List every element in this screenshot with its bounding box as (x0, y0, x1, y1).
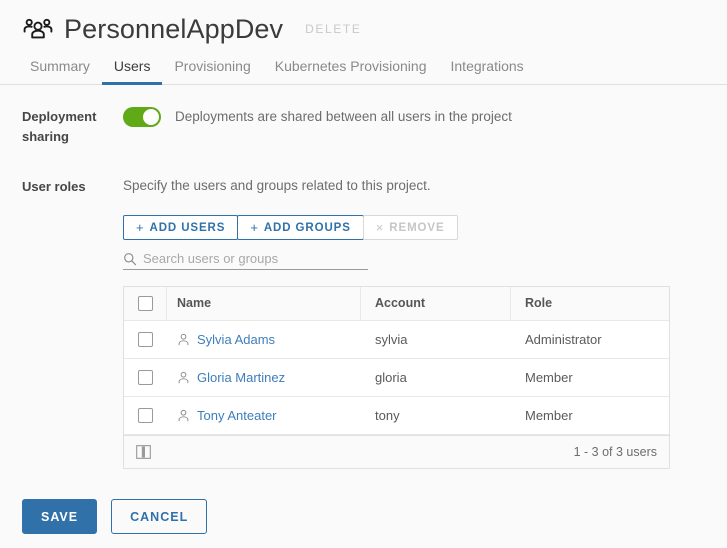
columns-toggle-icon[interactable] (136, 445, 151, 459)
cell-role: Member (525, 408, 573, 423)
deployment-sharing-row: Deployment sharing Deployments are share… (0, 107, 727, 147)
cancel-button[interactable]: CANCEL (111, 499, 208, 534)
person-icon (178, 371, 189, 384)
add-groups-button[interactable]: + ADD GROUPS (237, 215, 364, 240)
row-checkbox[interactable] (138, 332, 153, 347)
user-roles-table: Name Account Role Sylvia Adams sylvia Ad… (123, 286, 670, 469)
tab-bar: Summary Users Provisioning Kubernetes Pr… (0, 54, 727, 85)
user-roles-action-buttons: + ADD USERS + ADD GROUPS × REMOVE (123, 215, 727, 240)
add-groups-button-label: ADD GROUPS (263, 221, 351, 234)
cell-account: gloria (375, 370, 407, 385)
plus-icon: + (136, 220, 145, 235)
deployment-sharing-label-line2: sharing (22, 129, 69, 144)
tab-integrations[interactable]: Integrations (439, 58, 536, 85)
users-group-icon (23, 18, 53, 39)
user-name-link[interactable]: Sylvia Adams (197, 332, 275, 347)
table-header-row: Name Account Role (124, 287, 669, 321)
toggle-knob (143, 109, 159, 125)
footer-actions: SAVE CANCEL (0, 499, 727, 534)
cell-account: sylvia (375, 332, 408, 347)
deployment-sharing-description: Deployments are shared between all users… (175, 109, 512, 124)
delete-button[interactable]: DELETE (305, 13, 361, 45)
tab-kubernetes-provisioning[interactable]: Kubernetes Provisioning (263, 58, 439, 85)
deployment-sharing-label: Deployment sharing (0, 107, 123, 147)
cell-name: Gloria Martinez (167, 370, 361, 385)
tab-provisioning[interactable]: Provisioning (162, 58, 262, 85)
person-icon (178, 409, 189, 422)
user-roles-control: Specify the users and groups related to … (123, 177, 727, 469)
table-row[interactable]: Sylvia Adams sylvia Administrator (124, 321, 669, 359)
add-users-button-label: ADD USERS (149, 221, 226, 234)
table-row[interactable]: Tony Anteater tony Member (124, 397, 669, 435)
table-record-count: 1 - 3 of 3 users (573, 445, 657, 459)
cell-name: Sylvia Adams (167, 332, 361, 347)
row-select-cell (124, 397, 167, 434)
person-icon (178, 333, 189, 346)
remove-button: × REMOVE (362, 215, 458, 240)
remove-button-label: REMOVE (389, 221, 445, 234)
search-input[interactable] (143, 251, 368, 266)
plus-icon: + (250, 220, 259, 235)
table-row[interactable]: Gloria Martinez gloria Member (124, 359, 669, 397)
page-title: PersonnelAppDev (64, 14, 284, 44)
save-button[interactable]: SAVE (22, 499, 98, 534)
row-checkbox[interactable] (138, 408, 153, 423)
cell-name: Tony Anteater (167, 408, 361, 423)
cell-role: Member (525, 370, 573, 385)
deployment-sharing-toggle[interactable] (123, 107, 161, 127)
user-roles-row: User roles Specify the users and groups … (0, 177, 727, 469)
user-name-link[interactable]: Gloria Martinez (197, 370, 285, 385)
table-footer: 1 - 3 of 3 users (124, 435, 669, 468)
deployment-sharing-toggle-wrap: Deployments are shared between all users… (123, 107, 727, 127)
select-all-checkbox[interactable] (137, 296, 153, 311)
page-header: PersonnelAppDev DELETE (0, 0, 727, 45)
deployment-sharing-control: Deployments are shared between all users… (123, 107, 727, 127)
close-icon: × (375, 220, 385, 235)
column-header-name[interactable]: Name (167, 287, 361, 320)
column-header-role[interactable]: Role (511, 287, 669, 320)
form-area: Deployment sharing Deployments are share… (0, 107, 727, 469)
row-checkbox[interactable] (138, 370, 153, 385)
add-users-button[interactable]: + ADD USERS (123, 215, 239, 240)
select-all-cell (124, 287, 167, 320)
column-header-account[interactable]: Account (361, 287, 511, 320)
deployment-sharing-label-line1: Deployment (22, 109, 97, 124)
search-icon (124, 252, 137, 265)
cell-account: tony (375, 408, 400, 423)
user-roles-label: User roles (22, 179, 86, 194)
tab-summary[interactable]: Summary (18, 58, 102, 85)
tab-users[interactable]: Users (101, 58, 163, 85)
row-select-cell (124, 359, 167, 396)
user-roles-helper-text: Specify the users and groups related to … (123, 178, 431, 193)
search-box (123, 248, 368, 270)
cell-role: Administrator (525, 332, 602, 347)
row-select-cell (124, 321, 167, 358)
user-name-link[interactable]: Tony Anteater (197, 408, 277, 423)
